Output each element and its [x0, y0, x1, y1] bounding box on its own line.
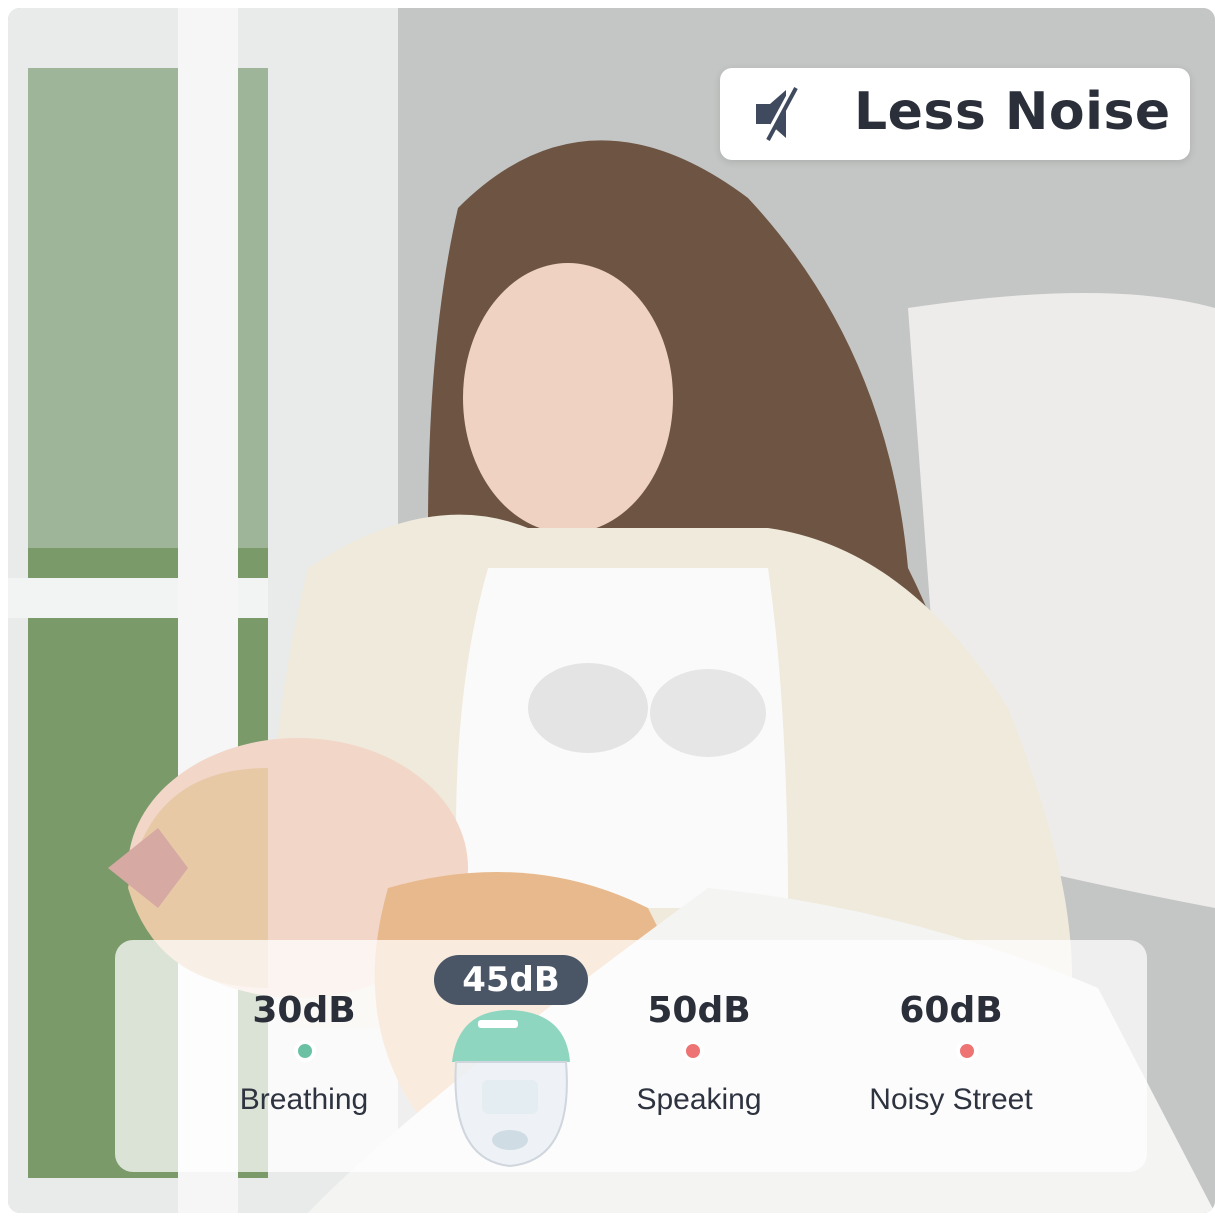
noise-scale-track	[190, 1010, 1072, 1168]
current-level-badge: 45dB	[434, 955, 588, 1005]
label-breathing: Breathing	[239, 1083, 369, 1116]
marker-50db	[682, 1040, 704, 1062]
marker-60db	[956, 1040, 978, 1062]
label-speaking: Speaking	[636, 1083, 762, 1116]
breast-pump-product	[452, 1010, 570, 1168]
level-60db: 60dB	[899, 990, 1003, 1031]
level-30db: 30dB	[252, 990, 356, 1031]
level-50db: 50dB	[647, 990, 751, 1031]
label-noisy-street: Noisy Street	[869, 1083, 1033, 1116]
marker-30db	[294, 1040, 316, 1062]
